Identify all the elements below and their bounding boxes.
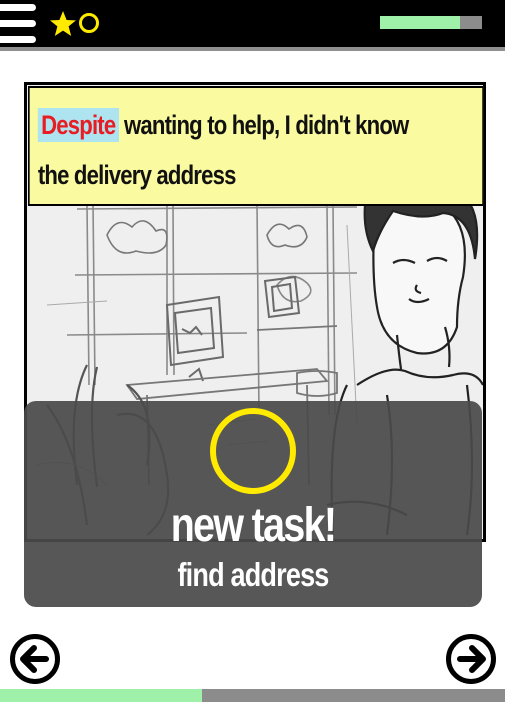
task-title: new task! [170, 499, 337, 552]
energy-bar [380, 16, 482, 29]
story-progress-bar [0, 689, 505, 702]
caption-highlight-word: Despite [37, 108, 119, 142]
hamburger-menu-icon[interactable] [0, 4, 38, 44]
caption-line-1: wanting to help, I didn't know [118, 110, 409, 140]
arrow-left-icon [10, 634, 60, 684]
energy-bar-fill [380, 16, 460, 29]
task-ring-icon [210, 408, 296, 494]
next-page-button[interactable] [445, 633, 497, 685]
top-bar [0, 0, 505, 47]
caption-line-2: the delivery address [37, 160, 237, 190]
task-subtitle: find address [177, 556, 329, 593]
star-icon [50, 11, 76, 36]
story-progress-fill [0, 689, 202, 702]
previous-page-button[interactable] [9, 633, 61, 685]
story-caption: Despite wanting to help, I didn't know t… [28, 86, 484, 206]
arrow-right-icon [446, 634, 496, 684]
empty-circle-icon [79, 13, 99, 33]
